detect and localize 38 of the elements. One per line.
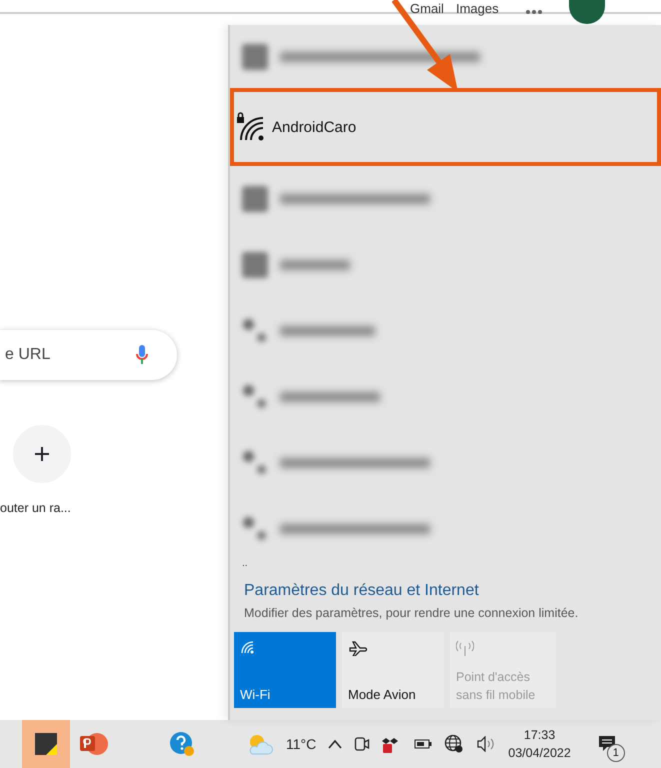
microphone-icon[interactable]	[135, 344, 149, 366]
blurred-network-icon	[242, 450, 268, 476]
quick-action-tile[interactable]: Mode Avion	[342, 632, 444, 708]
clock-date[interactable]: 03/04/2022	[508, 744, 571, 762]
search-placeholder: e URL	[5, 346, 50, 364]
header-link[interactable]: Gmail	[410, 1, 444, 16]
secured-wifi-icon	[236, 112, 266, 142]
header-link[interactable]: Images	[456, 1, 499, 16]
sticky-note-icon	[34, 732, 58, 756]
plus-icon	[34, 446, 50, 462]
search-field[interactable]: e URL	[0, 330, 177, 380]
temperature[interactable]: 11°C	[286, 736, 316, 752]
network-name: AndroidCaro	[272, 118, 356, 136]
wifi-icon	[240, 640, 256, 654]
network-row[interactable]: AndroidCaro	[230, 88, 661, 166]
blurred-network-icon	[242, 44, 268, 70]
presentation-app-icon	[79, 732, 109, 756]
globe-icon[interactable]	[444, 734, 464, 754]
blurred-network-icon	[242, 384, 268, 410]
shortcut-label: outer un ra...	[0, 501, 71, 515]
more-indicator: ..	[241, 560, 249, 568]
battery-icon[interactable]	[414, 739, 432, 749]
blurred-network-icon	[242, 186, 268, 212]
speaker-icon[interactable]	[476, 736, 496, 752]
avatar[interactable]	[568, 0, 605, 24]
blurred-network-icon	[242, 516, 268, 542]
blurred-network-icon	[242, 252, 268, 278]
settings-description: Modifier des paramètres, pour rendre une connexion limitée.	[244, 606, 580, 620]
taskbar-app[interactable]	[22, 720, 70, 768]
antenna-icon	[456, 640, 474, 656]
clock-time[interactable]: 17:33	[524, 726, 556, 744]
blurred-network-icon	[242, 318, 268, 344]
camera-icon[interactable]	[354, 735, 370, 753]
quick-action-tile[interactable]: Wi-Fi	[234, 632, 336, 708]
network-settings-link[interactable]: Paramètres du réseau et Internet	[244, 582, 661, 600]
chevron-up-icon[interactable]	[328, 739, 342, 749]
help-icon	[169, 731, 195, 757]
airplane-icon	[348, 640, 368, 656]
